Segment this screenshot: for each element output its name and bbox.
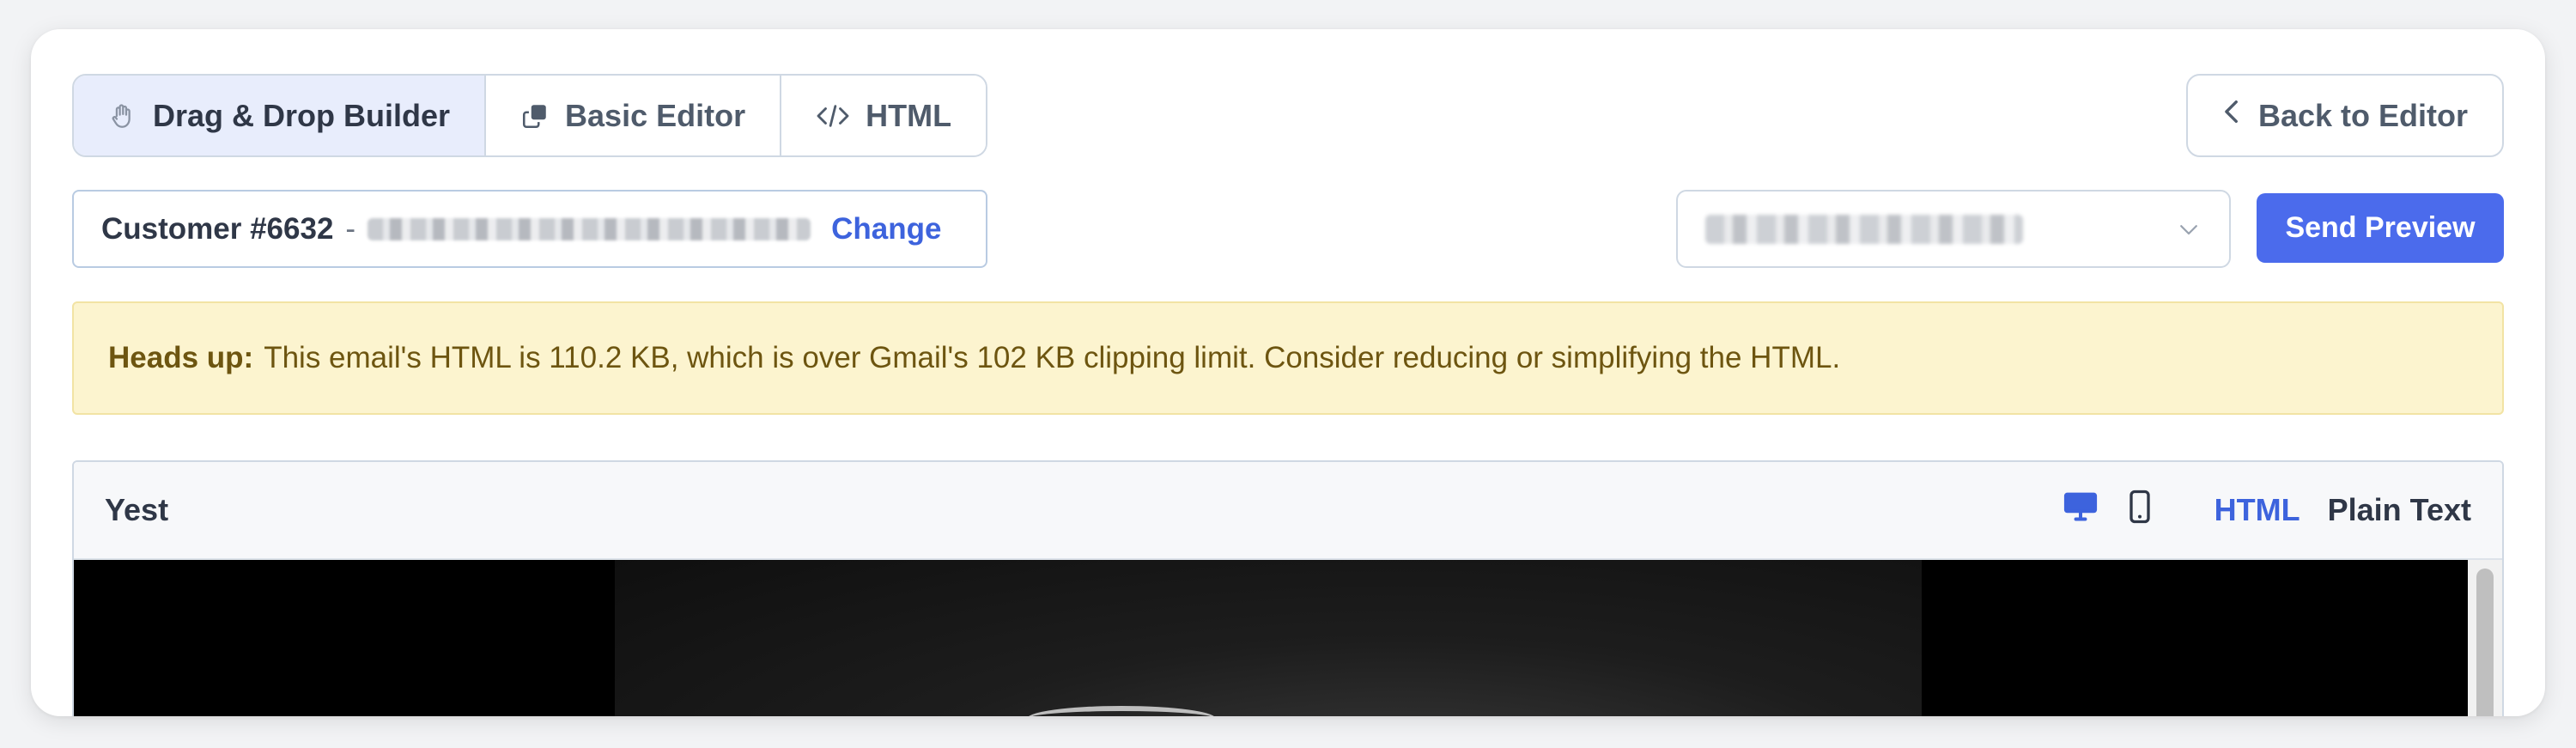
tab-html[interactable]: HTML xyxy=(781,76,987,155)
mobile-icon[interactable] xyxy=(2127,490,2153,532)
email-hero-image xyxy=(615,560,1922,716)
mode-plain-text-toggle[interactable]: Plain Text xyxy=(2328,492,2471,528)
preview-recipient-select[interactable] xyxy=(1676,190,2231,268)
product-image xyxy=(1027,706,1216,716)
preview-header: Yest HTML Plain Text xyxy=(74,462,2502,560)
desktop-icon[interactable] xyxy=(2062,490,2099,532)
tab-basic-editor[interactable]: Basic Editor xyxy=(486,76,782,155)
email-preview-card: Drag & Drop Builder Basic Editor HTML Ba… xyxy=(31,29,2545,716)
copy-icon xyxy=(520,101,550,131)
chevron-left-icon xyxy=(2222,97,2243,134)
email-subject: Yest xyxy=(105,492,169,527)
back-to-editor-label: Back to Editor xyxy=(2257,97,2468,133)
send-preview-button[interactable]: Send Preview xyxy=(2257,193,2504,263)
email-render-frame xyxy=(74,560,2502,716)
email-preview-panel: Yest HTML Plain Text xyxy=(72,460,2504,716)
scrollbar-thumb[interactable] xyxy=(2476,569,2494,716)
tab-label: Basic Editor xyxy=(565,97,746,133)
hand-icon xyxy=(108,101,137,131)
preview-controls: HTML Plain Text xyxy=(2062,490,2471,532)
code-icon xyxy=(816,101,850,131)
banner-title: Heads up: xyxy=(108,341,254,374)
tab-drag-drop-builder[interactable]: Drag & Drop Builder xyxy=(74,76,487,155)
editor-mode-tabs: Drag & Drop Builder Basic Editor HTML xyxy=(72,74,988,157)
chevron-down-icon xyxy=(2176,216,2202,242)
customer-id: Customer #6632 xyxy=(101,211,334,246)
banner-message: This email's HTML is 110.2 KB, which is … xyxy=(264,341,1841,374)
tab-label: Drag & Drop Builder xyxy=(153,97,451,133)
back-to-editor-button[interactable]: Back to Editor xyxy=(2185,74,2504,157)
preview-scrollbar[interactable] xyxy=(2468,560,2502,716)
select-value-redacted xyxy=(1705,214,2023,244)
customer-separator: - xyxy=(345,211,356,246)
tab-label: HTML xyxy=(866,97,952,133)
size-warning-banner: Heads up: This email's HTML is 110.2 KB,… xyxy=(72,301,2504,415)
customer-selector: Customer #6632 - Change xyxy=(72,190,987,268)
mode-html-toggle[interactable]: HTML xyxy=(2215,492,2300,528)
change-customer-link[interactable]: Change xyxy=(831,212,941,246)
customer-name-redacted xyxy=(368,217,811,240)
